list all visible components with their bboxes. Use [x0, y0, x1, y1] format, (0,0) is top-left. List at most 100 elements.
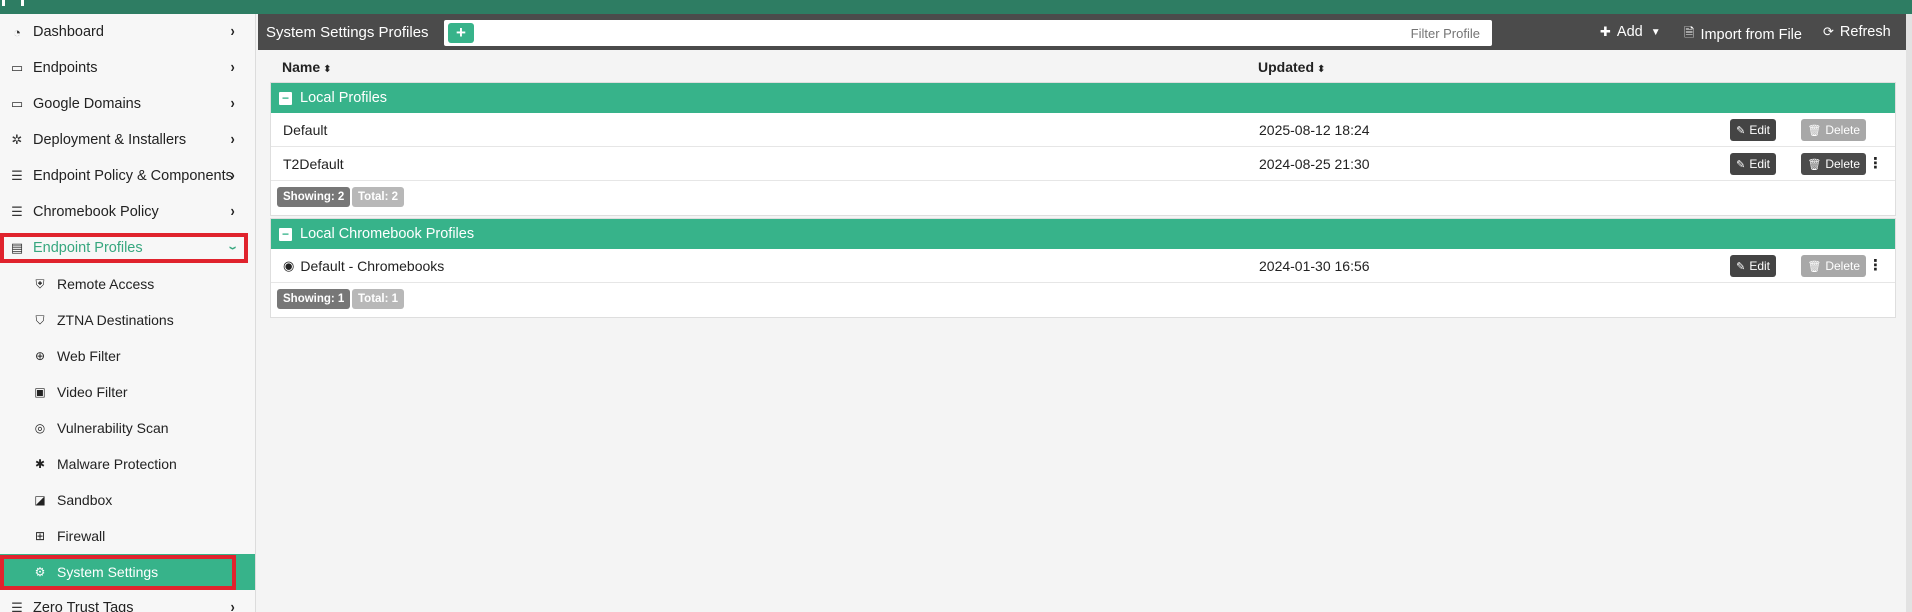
add-filter-button[interactable]: +: [448, 23, 474, 43]
filter-bar: +: [444, 20, 1492, 46]
trash-icon: 🗑: [1807, 124, 1822, 137]
more-options-icon[interactable]: ⋮: [1868, 256, 1883, 274]
table-row[interactable]: Default 2025-08-12 18:24 ✎ Edit 🗑 Delete: [271, 113, 1895, 147]
endpoints-icon: ▭: [10, 60, 24, 75]
edit-icon: ✎: [1736, 124, 1746, 137]
delete-label: Delete: [1825, 123, 1860, 137]
top-bar: [0, 0, 1912, 14]
sort-icon: ⬍: [323, 64, 332, 75]
sidebar-item-label: Endpoint Policy & Components: [33, 168, 233, 184]
edit-button[interactable]: ✎ Edit: [1730, 153, 1776, 175]
filter-input[interactable]: [480, 23, 1484, 43]
toolbar: System Settings Profiles + ✚ Add ▼ 🗎 Imp…: [258, 14, 1906, 50]
sidebar-item-remote-access[interactable]: ⛨ Remote Access: [0, 266, 255, 302]
sidebar-item-endpoint-policy[interactable]: ☰ Endpoint Policy & Components ›: [0, 158, 255, 194]
sidebar-item-endpoint-profiles[interactable]: ▤ Endpoint Profiles ›: [0, 230, 255, 266]
sidebar-item-label: Video Filter: [57, 384, 128, 400]
collapse-icon[interactable]: −: [279, 91, 292, 105]
delete-button[interactable]: 🗑 Delete: [1801, 153, 1866, 175]
sidebar-item-label: Google Domains: [33, 96, 141, 112]
column-name[interactable]: Name ⬍: [282, 59, 332, 75]
edit-label: Edit: [1749, 157, 1770, 171]
chevron-right-icon: ›: [230, 59, 235, 76]
edit-button[interactable]: ✎ Edit: [1730, 119, 1776, 141]
shield-icon: ⛨: [35, 276, 45, 291]
table-row[interactable]: T2Default 2024-08-25 21:30 ✎ Edit 🗑 Delete…: [271, 147, 1895, 181]
google-domains-icon: ▭: [10, 96, 24, 111]
sidebar-item-zero-trust-tags[interactable]: ☰ Zero Trust Tags ›: [0, 590, 255, 612]
sidebar-item-ztna-destinations[interactable]: ⛉ ZTNA Destinations: [0, 302, 255, 338]
chevron-right-icon: ›: [230, 167, 235, 184]
refresh-button[interactable]: ⟳ Refresh: [1823, 24, 1891, 40]
endpoint-profiles-icon: ▤: [10, 240, 24, 255]
sidebar-item-system-settings[interactable]: ⚙ System Settings: [0, 554, 255, 590]
chevron-right-icon: ›: [230, 95, 235, 112]
sidebar-item-web-filter[interactable]: ⊕ Web Filter: [0, 338, 255, 374]
firewall-icon: ⊞: [34, 529, 46, 543]
ztna-shield-icon: ⛉: [35, 312, 45, 327]
edit-button[interactable]: ✎ Edit: [1730, 255, 1776, 277]
group-footer: Showing: 2 Total: 2: [271, 181, 1895, 215]
more-options-icon[interactable]: ⋮: [1868, 154, 1883, 172]
sort-icon: ⬍: [1317, 64, 1326, 75]
sidebar-item-google-domains[interactable]: ▭ Google Domains ›: [0, 86, 255, 122]
sidebar-item-vulnerability-scan[interactable]: ◎ Vulnerability Scan: [0, 410, 255, 446]
video-filter-icon: ▣: [34, 385, 46, 399]
file-icon: 🗎: [1684, 25, 1695, 40]
import-button[interactable]: 🗎 Import from File: [1684, 24, 1802, 46]
edit-label: Edit: [1749, 123, 1770, 137]
showing-badge: Showing: 1: [277, 289, 351, 309]
web-filter-icon: ⊕: [34, 349, 46, 363]
sidebar-item-label: Deployment & Installers: [33, 132, 187, 148]
sandbox-icon: ◪: [34, 493, 46, 507]
import-label: Import from File: [1700, 27, 1802, 43]
trash-icon: 🗑: [1807, 260, 1822, 273]
row-updated: 2024-08-25 21:30: [1259, 156, 1370, 172]
chevron-right-icon: ›: [230, 23, 235, 40]
caret-down-icon: ▼: [1650, 26, 1661, 38]
row-name-cell: ◉ Default - Chromebooks: [283, 258, 444, 274]
sidebar-item-label: Endpoint Profiles: [33, 240, 143, 256]
deployment-icon: ✲: [11, 132, 23, 147]
delete-button[interactable]: 🗑 Delete: [1801, 119, 1866, 141]
sidebar-item-label: Web Filter: [57, 348, 121, 364]
table-row[interactable]: ◉ Default - Chromebooks 2024-01-30 16:56…: [271, 249, 1895, 283]
sidebar-item-dashboard[interactable]: ◔ Dashboard ›: [0, 14, 255, 50]
sidebar-item-label: Vulnerability Scan: [57, 420, 169, 436]
dashboard-icon: ◔: [13, 24, 21, 40]
sidebar-item-label: ZTNA Destinations: [57, 312, 174, 328]
sidebar-item-video-filter[interactable]: ▣ Video Filter: [0, 374, 255, 410]
chrome-icon: ◉: [283, 258, 295, 273]
sidebar-item-sandbox[interactable]: ◪ Sandbox: [0, 482, 255, 518]
group-header[interactable]: − Local Profiles: [271, 83, 1895, 113]
group-header[interactable]: − Local Chromebook Profiles: [271, 219, 1895, 249]
tags-icon: ☰: [11, 600, 23, 612]
bug-icon: ✱: [34, 457, 46, 471]
sidebar-item-label: Sandbox: [57, 492, 113, 508]
total-badge: Total: 1: [352, 289, 405, 309]
group-footer: Showing: 1 Total: 1: [271, 283, 1895, 317]
scrollbar[interactable]: [1906, 14, 1912, 612]
logo-icon: [2, 0, 24, 6]
sidebar-item-chromebook-policy[interactable]: ☰ Chromebook Policy ›: [0, 194, 255, 230]
sidebar-item-malware-protection[interactable]: ✱ Malware Protection: [0, 446, 255, 482]
column-updated-label: Updated: [1258, 59, 1314, 75]
edit-label: Edit: [1749, 259, 1770, 273]
collapse-icon[interactable]: −: [279, 227, 292, 241]
sidebar-item-label: Dashboard: [33, 24, 104, 40]
add-button[interactable]: ✚ Add ▼: [1600, 24, 1661, 40]
delete-button[interactable]: 🗑 Delete: [1801, 255, 1866, 277]
chevron-right-icon: ›: [230, 599, 235, 612]
sidebar-item-label: System Settings: [57, 564, 159, 580]
column-updated[interactable]: Updated ⬍: [1258, 59, 1325, 75]
sidebar-item-firewall[interactable]: ⊞ Firewall: [0, 518, 255, 554]
edit-icon: ✎: [1736, 260, 1746, 273]
total-badge: Total: 2: [352, 187, 405, 207]
sidebar-item-endpoints[interactable]: ▭ Endpoints ›: [0, 50, 255, 86]
table-header: Name ⬍ Updated ⬍: [270, 54, 1896, 82]
row-name: T2Default: [283, 156, 344, 172]
page-title: System Settings Profiles: [266, 24, 429, 41]
plus-icon: ✚: [1600, 24, 1611, 39]
sidebar-item-label: Remote Access: [57, 276, 155, 292]
sidebar-item-deployment[interactable]: ✲ Deployment & Installers ›: [0, 122, 255, 158]
